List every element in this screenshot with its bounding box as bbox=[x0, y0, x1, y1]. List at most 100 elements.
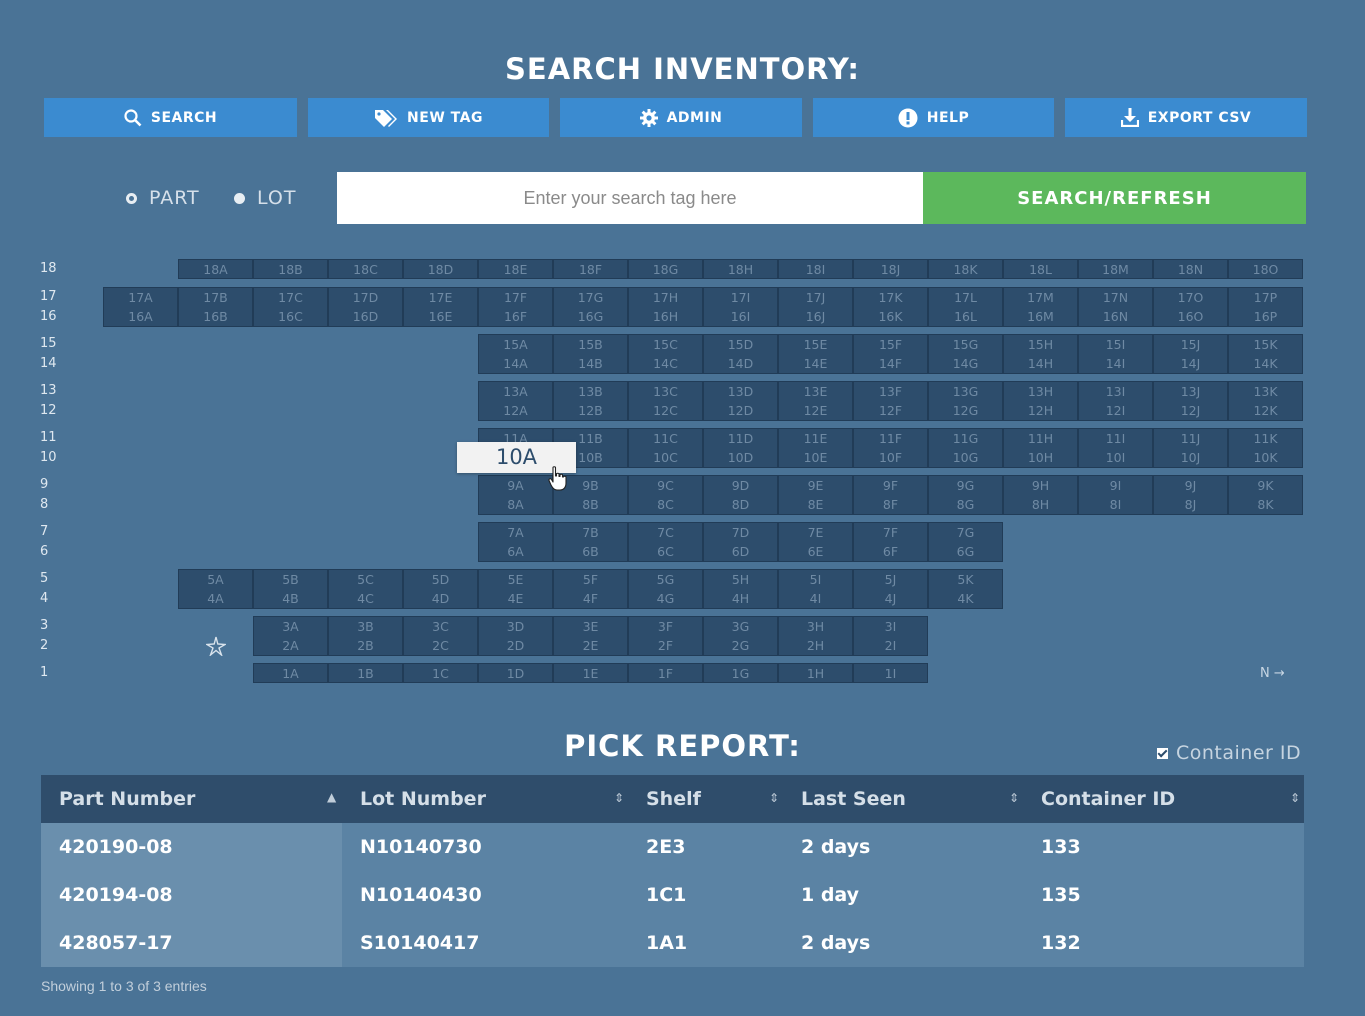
shelf-cell-3g[interactable]: 3G bbox=[703, 616, 778, 636]
shelf-cell-18k[interactable]: 18K bbox=[928, 259, 1003, 279]
shelf-cell-10f[interactable]: 10F bbox=[853, 448, 928, 468]
shelf-cell-9i[interactable]: 9I bbox=[1078, 475, 1153, 495]
shelf-cell-11f[interactable]: 11F bbox=[853, 428, 928, 448]
shelf-cell-9a[interactable]: 9A bbox=[478, 475, 553, 495]
shelf-cell-4d[interactable]: 4D bbox=[403, 589, 478, 609]
column-header-part-number[interactable]: Part Number bbox=[41, 775, 342, 823]
shelf-cell-16j[interactable]: 16J bbox=[778, 307, 853, 327]
shelf-cell-12k[interactable]: 12K bbox=[1228, 401, 1303, 421]
shelf-cell-10k[interactable]: 10K bbox=[1228, 448, 1303, 468]
shelf-cell-8g[interactable]: 8G bbox=[928, 495, 1003, 515]
shelf-cell-10g[interactable]: 10G bbox=[928, 448, 1003, 468]
shelf-cell-10i[interactable]: 10I bbox=[1078, 448, 1153, 468]
shelf-cell-16b[interactable]: 16B bbox=[178, 307, 253, 327]
shelf-cell-14f[interactable]: 14F bbox=[853, 354, 928, 374]
shelf-cell-12j[interactable]: 12J bbox=[1153, 401, 1228, 421]
shelf-cell-15a[interactable]: 15A bbox=[478, 334, 553, 354]
mode-part-radio[interactable]: PART bbox=[126, 187, 200, 209]
shelf-cell-5e[interactable]: 5E bbox=[478, 569, 553, 589]
shelf-cell-7c[interactable]: 7C bbox=[628, 522, 703, 542]
admin-nav-button[interactable]: ADMIN bbox=[560, 98, 802, 137]
shelf-cell-7d[interactable]: 7D bbox=[703, 522, 778, 542]
shelf-cell-8c[interactable]: 8C bbox=[628, 495, 703, 515]
shelf-cell-4g[interactable]: 4G bbox=[628, 589, 703, 609]
shelf-cell-2c[interactable]: 2C bbox=[403, 636, 478, 656]
shelf-cell-13d[interactable]: 13D bbox=[703, 381, 778, 401]
shelf-cell-12c[interactable]: 12C bbox=[628, 401, 703, 421]
shelf-cell-16n[interactable]: 16N bbox=[1078, 307, 1153, 327]
shelf-cell-17f[interactable]: 17F bbox=[478, 287, 553, 307]
shelf-cell-10e[interactable]: 10E bbox=[778, 448, 853, 468]
shelf-cell-16g[interactable]: 16G bbox=[553, 307, 628, 327]
column-header-last-seen[interactable]: Last Seen bbox=[783, 775, 1023, 823]
search-refresh-button[interactable]: SEARCH/REFRESH bbox=[923, 172, 1306, 224]
shelf-cell-16o[interactable]: 16O bbox=[1153, 307, 1228, 327]
shelf-cell-16e[interactable]: 16E bbox=[403, 307, 478, 327]
shelf-cell-12g[interactable]: 12G bbox=[928, 401, 1003, 421]
shelf-cell-13e[interactable]: 13E bbox=[778, 381, 853, 401]
shelf-cell-1a[interactable]: 1A bbox=[253, 663, 328, 683]
shelf-cell-1c[interactable]: 1C bbox=[403, 663, 478, 683]
export-csv-nav-button[interactable]: EXPORT CSV bbox=[1065, 98, 1307, 137]
shelf-cell-17i[interactable]: 17I bbox=[703, 287, 778, 307]
shelf-cell-6f[interactable]: 6F bbox=[853, 542, 928, 562]
shelf-cell-15k[interactable]: 15K bbox=[1228, 334, 1303, 354]
shelf-cell-1h[interactable]: 1H bbox=[778, 663, 853, 683]
shelf-cell-17d[interactable]: 17D bbox=[328, 287, 403, 307]
shelf-cell-10j[interactable]: 10J bbox=[1153, 448, 1228, 468]
shelf-cell-11j[interactable]: 11J bbox=[1153, 428, 1228, 448]
shelf-cell-15c[interactable]: 15C bbox=[628, 334, 703, 354]
new-tag-nav-button[interactable]: NEW TAG bbox=[308, 98, 549, 137]
mode-lot-radio[interactable]: LOT bbox=[234, 187, 296, 209]
shelf-cell-2i[interactable]: 2I bbox=[853, 636, 928, 656]
shelf-cell-7g[interactable]: 7G bbox=[928, 522, 1003, 542]
shelf-cell-8h[interactable]: 8H bbox=[1003, 495, 1078, 515]
shelf-cell-9e[interactable]: 9E bbox=[778, 475, 853, 495]
shelf-cell-18i[interactable]: 18I bbox=[778, 259, 853, 279]
shelf-cell-13c[interactable]: 13C bbox=[628, 381, 703, 401]
shelf-cell-16k[interactable]: 16K bbox=[853, 307, 928, 327]
shelf-cell-16a[interactable]: 16A bbox=[103, 307, 178, 327]
shelf-cell-4k[interactable]: 4K bbox=[928, 589, 1003, 609]
shelf-cell-11i[interactable]: 11I bbox=[1078, 428, 1153, 448]
shelf-cell-17l[interactable]: 17L bbox=[928, 287, 1003, 307]
shelf-cell-15e[interactable]: 15E bbox=[778, 334, 853, 354]
shelf-cell-15d[interactable]: 15D bbox=[703, 334, 778, 354]
shelf-cell-14c[interactable]: 14C bbox=[628, 354, 703, 374]
shelf-cell-7e[interactable]: 7E bbox=[778, 522, 853, 542]
search-nav-button[interactable]: SEARCH bbox=[44, 98, 297, 137]
shelf-cell-10d[interactable]: 10D bbox=[703, 448, 778, 468]
shelf-cell-5b[interactable]: 5B bbox=[253, 569, 328, 589]
shelf-cell-18g[interactable]: 18G bbox=[628, 259, 703, 279]
shelf-cell-4c[interactable]: 4C bbox=[328, 589, 403, 609]
shelf-cell-18o[interactable]: 18O bbox=[1228, 259, 1303, 279]
shelf-cell-8e[interactable]: 8E bbox=[778, 495, 853, 515]
shelf-cell-5j[interactable]: 5J bbox=[853, 569, 928, 589]
shelf-cell-11g[interactable]: 11G bbox=[928, 428, 1003, 448]
shelf-cell-2d[interactable]: 2D bbox=[478, 636, 553, 656]
shelf-cell-2h[interactable]: 2H bbox=[778, 636, 853, 656]
shelf-cell-15i[interactable]: 15I bbox=[1078, 334, 1153, 354]
column-header-container-id[interactable]: Container ID bbox=[1023, 775, 1304, 823]
shelf-cell-12d[interactable]: 12D bbox=[703, 401, 778, 421]
shelf-cell-5c[interactable]: 5C bbox=[328, 569, 403, 589]
shelf-cell-18e[interactable]: 18E bbox=[478, 259, 553, 279]
shelf-cell-3f[interactable]: 3F bbox=[628, 616, 703, 636]
shelf-cell-3i[interactable]: 3I bbox=[853, 616, 928, 636]
shelf-cell-3e[interactable]: 3E bbox=[553, 616, 628, 636]
shelf-cell-16h[interactable]: 16H bbox=[628, 307, 703, 327]
shelf-cell-8d[interactable]: 8D bbox=[703, 495, 778, 515]
shelf-cell-11d[interactable]: 11D bbox=[703, 428, 778, 448]
shelf-cell-16c[interactable]: 16C bbox=[253, 307, 328, 327]
shelf-cell-8f[interactable]: 8F bbox=[853, 495, 928, 515]
shelf-cell-18d[interactable]: 18D bbox=[403, 259, 478, 279]
shelf-cell-17g[interactable]: 17G bbox=[553, 287, 628, 307]
shelf-cell-15h[interactable]: 15H bbox=[1003, 334, 1078, 354]
shelf-cell-7b[interactable]: 7B bbox=[553, 522, 628, 542]
shelf-cell-18j[interactable]: 18J bbox=[853, 259, 928, 279]
shelf-cell-15j[interactable]: 15J bbox=[1153, 334, 1228, 354]
shelf-cell-3d[interactable]: 3D bbox=[478, 616, 553, 636]
shelf-cell-9k[interactable]: 9K bbox=[1228, 475, 1303, 495]
shelf-cell-8i[interactable]: 8I bbox=[1078, 495, 1153, 515]
shelf-cell-18l[interactable]: 18L bbox=[1003, 259, 1078, 279]
